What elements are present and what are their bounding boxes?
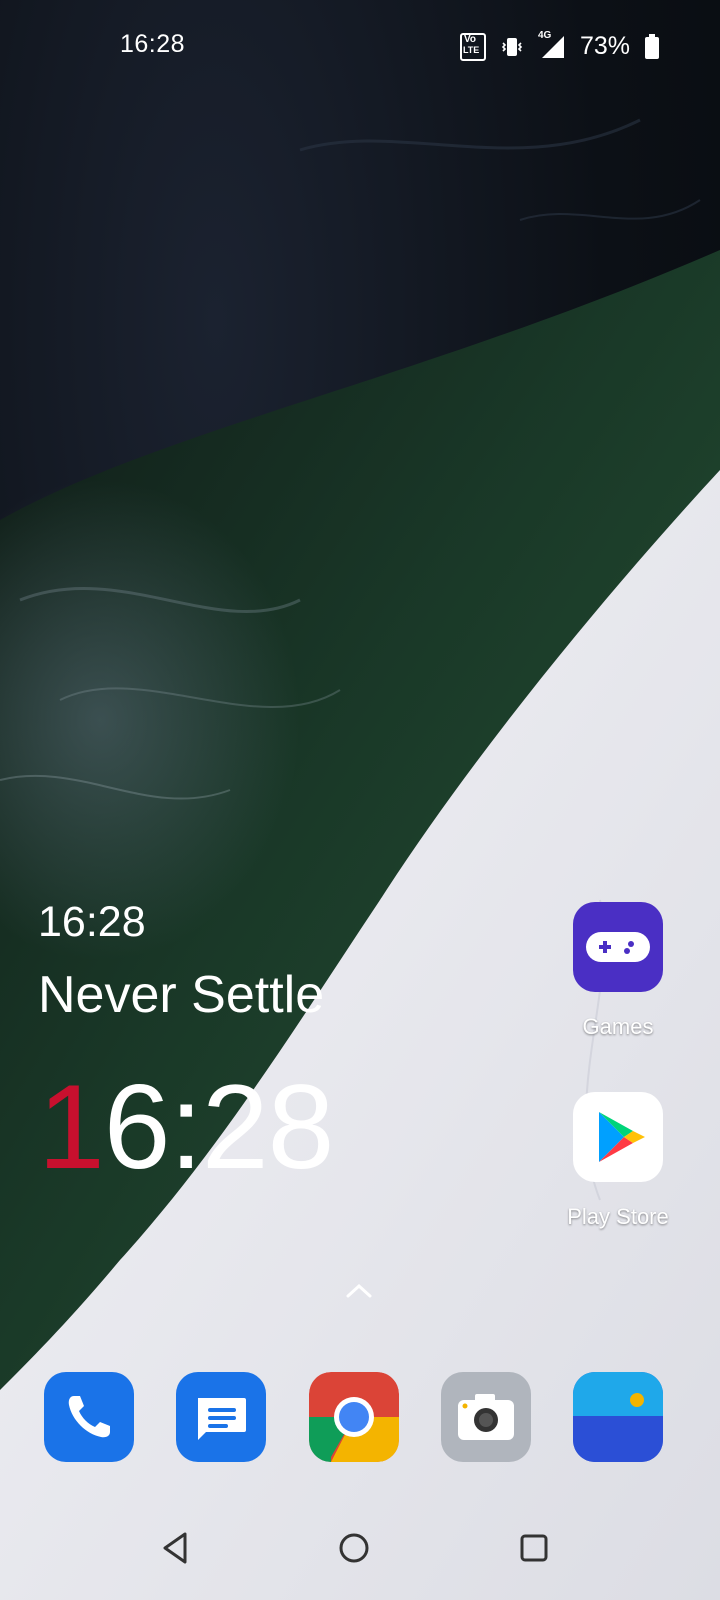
wallpaper-art: [0, 118, 720, 1600]
app-games[interactable]: Games: [563, 902, 673, 1040]
clock-big-first-digit: 1: [38, 1060, 105, 1194]
signal-icon: 4G: [538, 30, 566, 60]
status-bar: 16:28 Vo LTE 4G 73%: [0, 0, 720, 96]
phone-icon[interactable]: [44, 1372, 134, 1462]
volte-bottom-text: LTE: [462, 44, 480, 55]
back-icon[interactable]: [155, 1528, 195, 1568]
camera-icon[interactable]: [441, 1372, 531, 1462]
clock-big-rest: 6:28: [103, 1060, 335, 1194]
battery-icon: [645, 33, 659, 59]
wallpaper: [0, 0, 720, 1600]
battery-percent: 73%: [579, 32, 630, 60]
status-icons: Vo LTE 4G 73%: [459, 30, 660, 61]
clock-widget-time-small[interactable]: 16:28: [38, 898, 146, 947]
games-controller-icon: [573, 902, 663, 992]
app-play-store[interactable]: Play Store: [563, 1092, 673, 1230]
chrome-icon[interactable]: [309, 1372, 399, 1462]
dock: [0, 1372, 720, 1464]
app-drawer-handle-icon[interactable]: [344, 1280, 374, 1302]
app-games-label: Games: [582, 1014, 654, 1039]
clock-widget-time-big[interactable]: 16:28: [38, 1058, 335, 1196]
navigation-bar: [0, 1500, 720, 1600]
recents-icon[interactable]: [514, 1528, 554, 1568]
gallery-icon[interactable]: [573, 1372, 663, 1462]
clock-widget-tagline: Never Settle: [38, 966, 325, 1024]
vibrate-icon: [501, 37, 523, 56]
volte-icon: Vo LTE: [459, 32, 486, 61]
status-time: 16:28: [120, 30, 186, 58]
app-play-store-label: Play Store: [567, 1204, 669, 1229]
messages-icon[interactable]: [176, 1372, 266, 1462]
home-icon[interactable]: [334, 1528, 374, 1568]
play-store-icon: [573, 1092, 663, 1182]
volte-top-text: Vo: [463, 33, 476, 45]
